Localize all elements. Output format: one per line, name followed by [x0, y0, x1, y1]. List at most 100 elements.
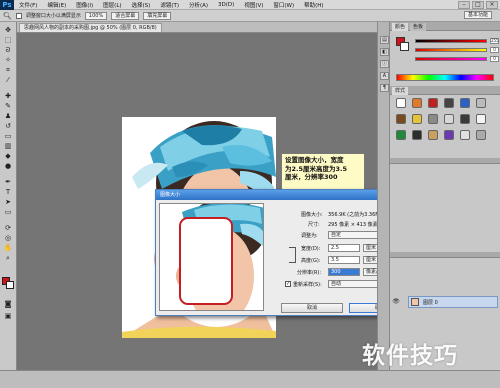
menu-help[interactable]: 帮助(H): [299, 1, 328, 9]
tab-swatches[interactable]: 色板: [410, 23, 427, 31]
link-chain-icon[interactable]: [289, 247, 296, 263]
pen-tool-icon[interactable]: ✒: [3, 178, 13, 186]
style-cell[interactable]: [396, 130, 406, 140]
fit-screen-button[interactable]: 适合屏幕: [111, 11, 140, 20]
color-spectrum-bar[interactable]: [396, 74, 494, 81]
panel-dock-strip: ▤ ◧ ⓘ A ¶: [377, 22, 390, 370]
healing-brush-icon[interactable]: ✚: [3, 92, 13, 100]
quick-mask-icon[interactable]: ◙: [3, 300, 13, 308]
style-cell[interactable]: [476, 98, 486, 108]
3d-orbit-icon[interactable]: ◎: [3, 234, 13, 242]
style-cell[interactable]: [444, 98, 454, 108]
style-cell[interactable]: [428, 130, 438, 140]
document-tab-bar: 思趣网风人物的副本的采购图.jpg @ 50% (图层 0, RGB/8): [17, 22, 377, 33]
lasso-tool-icon[interactable]: ᘐ: [3, 46, 13, 54]
history-panel-icon[interactable]: ▤: [380, 36, 389, 44]
layer-row[interactable]: 图层 0: [408, 296, 498, 308]
fill-screen-button[interactable]: 填充屏幕: [143, 11, 172, 20]
screen-mode-icon[interactable]: ▣: [3, 312, 13, 320]
menu-filter[interactable]: 滤镜(T): [155, 1, 184, 9]
eyedropper-tool-icon[interactable]: ⁄: [3, 76, 13, 84]
layer-visibility-eye-icon[interactable]: 👁︎: [391, 298, 401, 306]
style-cell[interactable]: [460, 130, 470, 140]
crop-tool-icon[interactable]: ⌗: [3, 66, 13, 74]
style-cell[interactable]: [460, 98, 470, 108]
resample-label: 重新采样(S):: [293, 282, 322, 288]
style-cell[interactable]: [444, 130, 454, 140]
style-cell[interactable]: [412, 130, 422, 140]
menu-layer[interactable]: 图层(L): [98, 1, 126, 9]
style-cell[interactable]: [460, 114, 470, 124]
green-slider[interactable]: [415, 48, 487, 52]
menu-select[interactable]: 选择(S): [127, 1, 156, 9]
info-panel-icon[interactable]: ⓘ: [380, 60, 389, 68]
style-cell[interactable]: [444, 114, 454, 124]
clone-stamp-icon[interactable]: ♟: [3, 112, 13, 120]
blue-value[interactable]: 0: [490, 56, 499, 62]
path-select-icon[interactable]: ➤: [3, 198, 13, 206]
resample-checkbox[interactable]: ✓: [285, 281, 291, 287]
dimensions-value: 295 像素 × 413 像素: [328, 222, 378, 228]
background-color-swatch[interactable]: [6, 281, 14, 289]
style-cell[interactable]: [428, 114, 438, 124]
width-input[interactable]: 2.5: [328, 244, 360, 252]
fit-to-label: 调整为:: [301, 233, 318, 239]
close-window-button[interactable]: ×: [486, 1, 498, 9]
shape-tool-icon[interactable]: ▭: [3, 208, 13, 216]
magic-wand-tool-icon[interactable]: ✧: [3, 56, 13, 64]
3d-rotate-icon[interactable]: ⟳: [3, 224, 13, 232]
blur-tool-icon[interactable]: ◆: [3, 152, 13, 160]
height-input[interactable]: 3.5: [328, 256, 360, 264]
properties-panel-icon[interactable]: ◧: [380, 48, 389, 56]
maximize-button[interactable]: □: [472, 1, 484, 9]
style-cell[interactable]: [428, 98, 438, 108]
image-size-value: 356.9K (之前为3.36M): [328, 212, 382, 218]
menu-file[interactable]: 文件(F): [14, 1, 42, 9]
workspace-switcher[interactable]: 基本功能: [463, 11, 492, 19]
dialog-preview: [159, 203, 264, 311]
red-slider[interactable]: [415, 39, 487, 43]
style-cell[interactable]: [476, 130, 486, 140]
hand-tool-icon[interactable]: ✋: [3, 244, 13, 252]
brush-tool-icon[interactable]: ✎: [3, 102, 13, 110]
menu-image[interactable]: 图像(I): [71, 1, 98, 9]
zoom-level-field[interactable]: 100%: [84, 11, 108, 20]
tab-color[interactable]: 颜色: [392, 23, 409, 31]
width-label: 宽度(D):: [301, 246, 321, 252]
paragraph-panel-icon[interactable]: ¶: [380, 84, 389, 92]
gradient-tool-icon[interactable]: ▥: [3, 142, 13, 150]
style-none[interactable]: [396, 98, 406, 108]
minimize-button[interactable]: –: [458, 1, 470, 9]
style-cell[interactable]: [412, 114, 422, 124]
green-value[interactable]: 0: [490, 47, 499, 53]
color-panel-bg-swatch[interactable]: [400, 42, 409, 51]
right-panels: 颜色 色板 255 0 0 样式 👁︎ 图层 0: [390, 22, 500, 370]
eraser-tool-icon[interactable]: ▭: [3, 132, 13, 140]
style-cell[interactable]: [412, 98, 422, 108]
blue-slider[interactable]: [415, 57, 487, 61]
style-cell[interactable]: [476, 114, 486, 124]
height-label: 高度(G):: [301, 258, 321, 264]
style-cell[interactable]: [396, 114, 406, 124]
zoom-tool-icon[interactable]: ⌕: [3, 254, 13, 262]
resolution-input[interactable]: 300: [328, 268, 360, 276]
menu-window[interactable]: 窗口(W): [268, 1, 299, 9]
dodge-tool-icon[interactable]: ●: [3, 162, 13, 170]
document-tab[interactable]: 思趣网风人物的副本的采购图.jpg @ 50% (图层 0, RGB/8): [19, 23, 162, 32]
menu-3d[interactable]: 3D(D): [213, 2, 239, 8]
zoom-tool-icon[interactable]: 🔍︎: [3, 12, 12, 20]
history-brush-icon[interactable]: ↺: [3, 122, 13, 130]
marquee-tool-icon[interactable]: ⬚: [3, 36, 13, 44]
red-value[interactable]: 255: [490, 38, 499, 44]
tab-styles[interactable]: 样式: [392, 87, 409, 95]
resize-windows-checkbox[interactable]: [15, 12, 22, 19]
cancel-button[interactable]: 取消: [281, 303, 343, 313]
menu-view[interactable]: 视图(V): [239, 1, 268, 9]
instruction-callout: 设置图像大小，宽度 为2.5厘米高度为3.5 厘米，分辨率300: [281, 153, 365, 191]
move-tool-icon[interactable]: ✥: [3, 26, 13, 34]
watermark-text: 软件技巧: [362, 343, 458, 369]
menu-edit[interactable]: 编辑(E): [42, 1, 71, 9]
menu-analysis[interactable]: 分析(A): [184, 1, 213, 9]
type-tool-icon[interactable]: T: [3, 188, 13, 196]
character-panel-icon[interactable]: A: [380, 72, 389, 80]
